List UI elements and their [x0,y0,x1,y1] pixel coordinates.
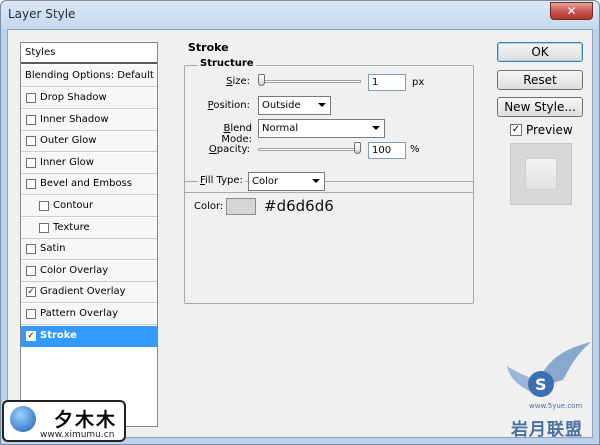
style-item-label: Inner Glow [40,156,94,168]
new-style-button[interactable]: New Style... [497,97,583,117]
reset-button[interactable]: Reset [497,70,583,90]
style-item-drop-shadow[interactable]: Drop Shadow [21,88,157,109]
style-item-label: Pattern Overlay [40,308,119,319]
size-label: Size: [226,76,250,87]
style-item-contour[interactable]: Contour [21,196,157,217]
logo-icon [10,406,36,432]
watermark-left-url: www.ximumu.cn [40,430,115,440]
fill-type-select[interactable]: Color [248,172,325,191]
style-checkbox[interactable]: ✓ [26,330,36,341]
position-select[interactable]: Outside [258,96,331,115]
style-item-inner-shadow[interactable]: Inner Shadow [21,109,157,131]
close-button[interactable]: ✕ [550,2,593,20]
watermark-left-text: 夕木木 [54,409,118,431]
style-checkbox[interactable] [26,309,36,319]
close-icon: ✕ [566,4,577,18]
stroke-section-title: Stroke [186,41,231,54]
style-item-color-overlay[interactable]: Color Overlay [21,260,157,282]
style-checkbox[interactable] [26,93,36,103]
opacity-label: Opacity: [208,144,250,155]
style-item-outer-glow[interactable]: Outer Glow [21,131,157,153]
position-value: Outside [262,100,301,111]
opacity-value: 100 [372,145,392,156]
styles-list: Styles Blending Options: Default Drop Sh… [20,42,158,427]
opacity-slider[interactable] [258,148,361,151]
style-item-satin[interactable]: Satin [21,239,157,261]
styles-header[interactable]: Styles [21,43,157,64]
style-checkbox[interactable]: ✓ [26,287,36,298]
size-unit: px [412,77,425,88]
style-item-label: Satin [40,243,66,255]
chevron-down-icon [312,179,320,183]
style-item-label: Inner Shadow [40,113,109,125]
reset-label: Reset [523,73,557,87]
size-slider-thumb[interactable] [258,74,265,86]
blend-mode-value: Normal [262,123,299,134]
watermark-right-url: www.5yue.com [529,402,583,410]
watermark-left-logo: 夕木木 www.ximumu.cn [2,400,126,442]
blend-mode-select[interactable]: Normal [258,119,385,138]
position-label: Position: [207,100,250,111]
ok-label: OK [531,45,549,59]
style-item-label: Color Overlay [40,264,109,276]
style-checkbox[interactable] [39,222,49,233]
style-item-label: Gradient Overlay [40,286,126,298]
size-value: 1 [372,77,379,88]
style-item-label: Stroke [40,329,77,341]
chevron-down-icon [318,103,326,107]
style-item-label: Drop Shadow [40,92,107,103]
styles-header-label: Styles [25,47,56,58]
style-checkbox[interactable] [26,136,36,147]
preview-label: Preview [526,123,573,137]
style-preview [510,143,572,205]
opacity-input[interactable]: 100 [368,142,406,159]
window-title: Layer Style [8,7,76,21]
title-bar[interactable]: Layer Style ✕ [1,1,599,29]
blend-mode-label: Blend Mode: [221,123,252,145]
style-checkbox[interactable] [26,265,36,276]
style-checkbox[interactable] [26,179,36,190]
color-hex-text: #d6d6d6 [264,197,334,215]
style-checkbox[interactable] [26,157,36,168]
new-style-label: New Style... [504,100,576,114]
style-item-bevel-and-emboss[interactable]: Bevel and Emboss [21,174,157,196]
blending-options-label: Blending Options: Default [25,70,154,81]
style-item-stroke[interactable]: ✓ Stroke [21,325,157,347]
svg-text:S: S [535,375,547,394]
style-item-gradient-overlay[interactable]: ✓ Gradient Overlay [21,282,157,304]
style-item-pattern-overlay[interactable]: Pattern Overlay [21,304,157,325]
color-swatch[interactable] [226,198,256,215]
size-input[interactable]: 1 [368,74,406,91]
preview-checkbox[interactable]: ✓ [510,124,522,136]
ok-button[interactable]: OK [497,42,583,62]
fill-type-label: Fill Type: [198,175,245,186]
size-slider[interactable] [258,80,361,83]
opacity-slider-thumb[interactable] [354,142,361,154]
style-preview-swatch [525,158,557,190]
style-item-label: Contour [53,200,93,211]
style-checkbox[interactable] [26,244,36,255]
style-item-texture[interactable]: Texture [21,217,157,239]
opacity-unit: % [410,144,420,155]
watermark-right-text: 岩月联盟 [511,420,583,440]
color-label: Color: [194,201,224,212]
style-item-label: Texture [53,221,90,233]
style-item-label: Bevel and Emboss [40,178,132,190]
watermark-right-logo: S www.5yue.com 岩月联盟 [505,340,597,443]
style-item-inner-glow[interactable]: Inner Glow [21,152,157,174]
style-item-label: Outer Glow [40,135,97,147]
structure-title: Structure [198,58,256,69]
check-icon: ✓ [511,124,521,135]
fill-type-value: Color [252,176,279,187]
blending-options-item[interactable]: Blending Options: Default [21,66,157,87]
wings-logo-icon: S [507,342,591,397]
style-checkbox[interactable] [26,114,36,125]
chevron-down-icon [372,126,380,130]
style-checkbox[interactable] [39,201,49,211]
